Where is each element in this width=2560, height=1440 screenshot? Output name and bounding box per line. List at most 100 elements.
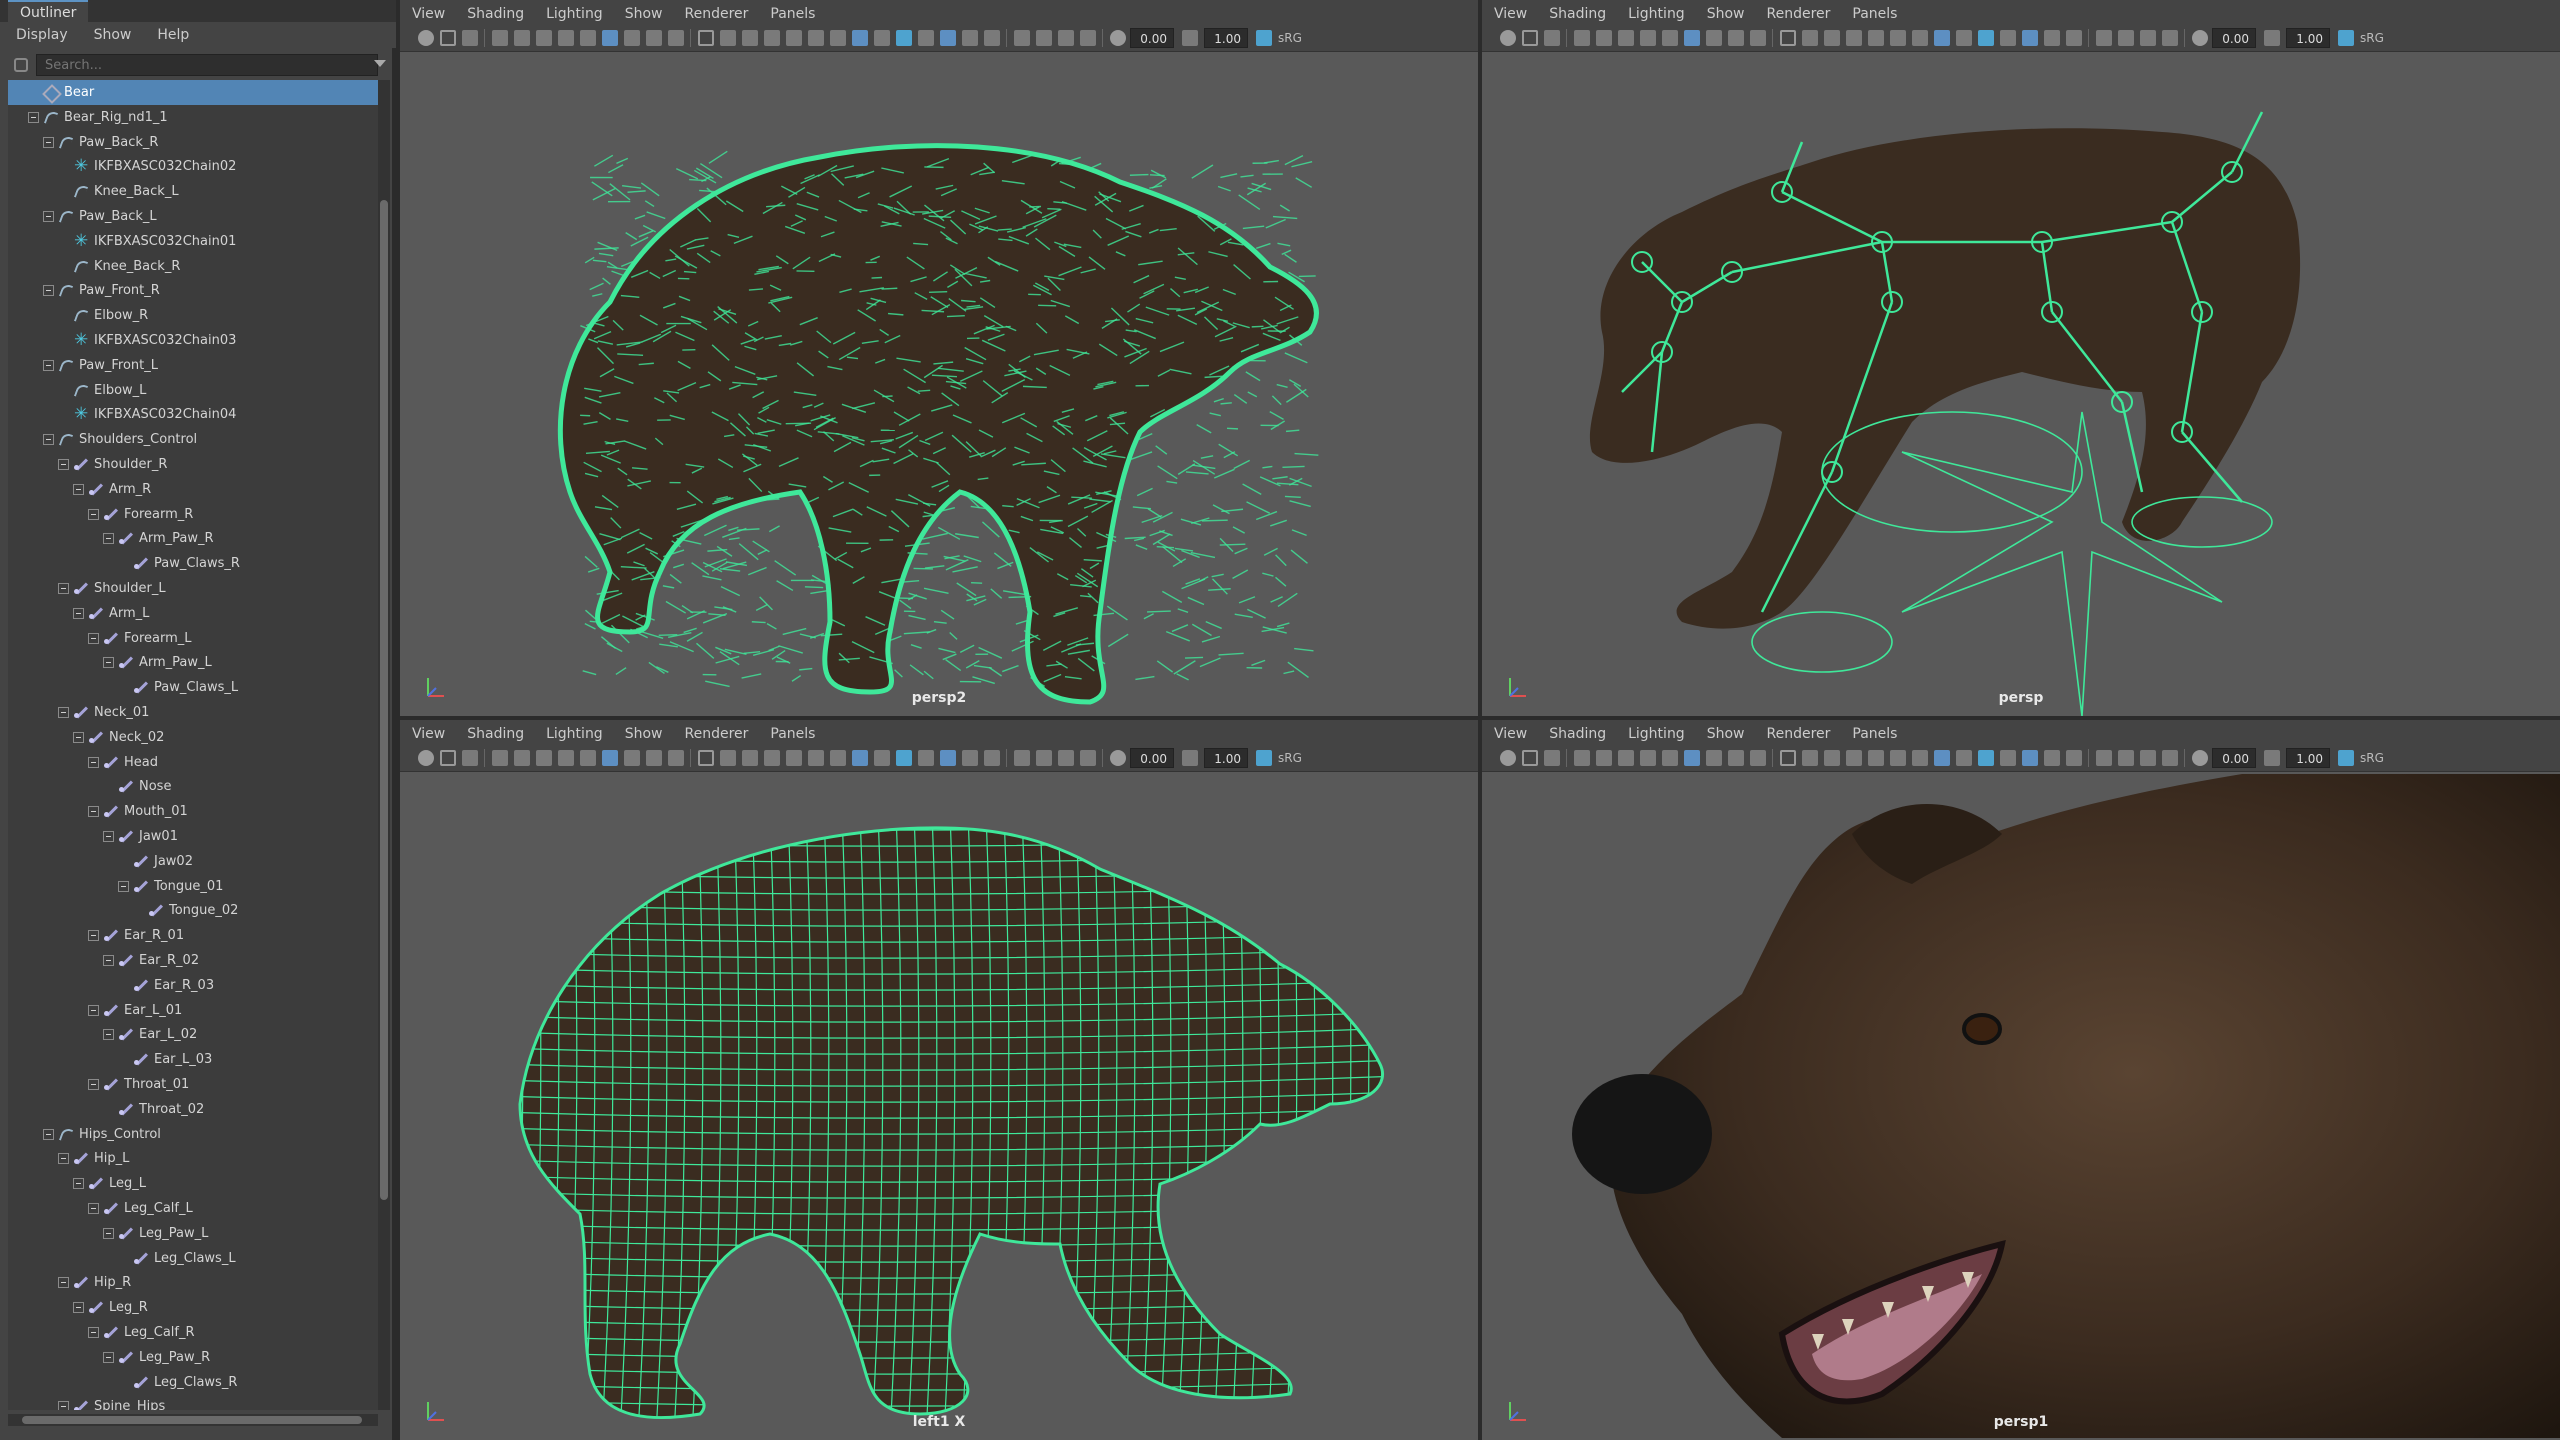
tree-row[interactable]: Forearm_R [8,502,378,527]
exposure-icon[interactable] [2192,30,2208,46]
toolbar-tool-icon[interactable] [668,30,684,46]
tree-row[interactable]: Ear_L_02 [8,1022,378,1047]
tree-row[interactable]: Hip_L [8,1146,378,1171]
toolbar-tool-icon[interactable] [1978,750,1994,766]
collapse-toggle-icon[interactable] [103,533,114,545]
toolbar-tool-icon[interactable] [896,30,912,46]
colorspace-label[interactable]: sRG [2360,749,2384,767]
collapse-toggle-icon[interactable] [43,211,54,222]
toolbar-tool-icon[interactable] [1058,30,1074,46]
collapse-toggle-icon[interactable] [28,111,39,123]
collapse-toggle-icon[interactable] [43,1128,54,1140]
toolbar-tool-icon[interactable] [2162,30,2178,46]
toolbar-tool-icon[interactable] [2022,30,2038,46]
toolbar-tool-icon[interactable] [1728,750,1744,766]
toolbar-tool-icon[interactable] [1640,750,1656,766]
tree-row[interactable]: Leg_R [8,1295,378,1320]
toolbar-tool-icon[interactable] [602,750,618,766]
collapse-toggle-icon[interactable] [58,707,69,718]
panel-menu-shading[interactable]: Shading [1537,720,1616,744]
toolbar-tool-icon[interactable] [1780,30,1796,46]
toolbar-tool-icon[interactable] [536,30,552,46]
gamma-icon[interactable] [1182,750,1198,766]
toolbar-tool-icon[interactable] [918,30,934,46]
collapse-toggle-icon[interactable] [43,136,54,148]
tree-row[interactable]: Spine_Hips [8,1394,378,1410]
panel-menu-show[interactable]: Show [1695,0,1755,24]
toolbar-tool-icon[interactable] [984,750,1000,766]
tree-row[interactable]: Forearm_L [8,626,378,651]
colorspace-label[interactable]: sRG [1278,29,1302,47]
toolbar-tool-icon[interactable] [2140,750,2156,766]
scrollbar-thumb[interactable] [22,1416,362,1424]
tree-row[interactable]: Leg_Calf_L [8,1196,378,1221]
collapse-toggle-icon[interactable] [88,930,99,942]
toolbar-tool-icon[interactable] [1890,30,1906,46]
collapse-toggle-icon[interactable] [103,1029,114,1041]
tree-row[interactable]: Leg_Paw_L [8,1221,378,1246]
menu-help[interactable]: Help [141,22,199,48]
toolbar-tool-icon[interactable] [514,30,530,46]
exposure-icon[interactable] [2192,750,2208,766]
exposure-field[interactable]: 0.00 [2212,748,2256,768]
toolbar-tool-icon[interactable] [940,750,956,766]
toolbar-tool-icon[interactable] [2162,750,2178,766]
viewport-canvas[interactable] [400,52,1478,716]
search-input[interactable] [36,54,378,76]
collapse-toggle-icon[interactable] [103,1351,114,1363]
collapse-toggle-icon[interactable] [103,657,114,669]
color-management-icon[interactable] [2338,30,2354,46]
toolbar-tool-icon[interactable] [808,30,824,46]
toolbar-tool-icon[interactable] [624,750,640,766]
toolbar-tool-icon[interactable] [786,30,802,46]
tree-row[interactable]: Tongue_01 [8,874,378,899]
toolbar-tool-icon[interactable] [1706,750,1722,766]
toolbar-tool-icon[interactable] [918,750,934,766]
toolbar-tool-icon[interactable] [1036,750,1052,766]
collapse-toggle-icon[interactable] [58,1153,69,1165]
tree-row[interactable]: Arm_R [8,477,378,502]
collapse-toggle-icon[interactable] [73,1302,84,1314]
toolbar-tool-icon[interactable] [1522,30,1538,46]
toolbar-tool-icon[interactable] [2118,30,2134,46]
toolbar-tool-icon[interactable] [786,750,802,766]
gamma-icon[interactable] [2264,750,2280,766]
toolbar-tool-icon[interactable] [646,30,662,46]
menu-display[interactable]: Display [0,22,78,48]
toolbar-tool-icon[interactable] [1662,750,1678,766]
toolbar-tool-icon[interactable] [1080,30,1096,46]
toolbar-tool-icon[interactable] [742,750,758,766]
toolbar-tool-icon[interactable] [1500,30,1516,46]
viewport-canvas[interactable] [400,772,1478,1440]
toolbar-tool-icon[interactable] [830,750,846,766]
toolbar-tool-icon[interactable] [808,750,824,766]
toolbar-tool-icon[interactable] [940,30,956,46]
panel-menu-view[interactable]: View [1482,720,1537,744]
tree-row[interactable]: Head [8,750,378,775]
toolbar-tool-icon[interactable] [440,750,456,766]
tree-row[interactable]: Paw_Claws_L [8,675,378,700]
outliner-tab[interactable]: Outliner [8,0,89,22]
toolbar-tool-icon[interactable] [1956,750,1972,766]
collapse-toggle-icon[interactable] [118,880,129,892]
tree-row[interactable]: Shoulders_Control [8,427,378,452]
panel-menu-renderer[interactable]: Renderer [1754,720,1840,744]
toolbar-tool-icon[interactable] [1036,30,1052,46]
collapse-toggle-icon[interactable] [43,434,54,446]
collapse-toggle-icon[interactable] [88,806,99,818]
toolbar-tool-icon[interactable] [602,30,618,46]
toolbar-tool-icon[interactable] [874,30,890,46]
toolbar-tool-icon[interactable] [962,30,978,46]
panel-menu-show[interactable]: Show [1695,720,1755,744]
collapse-toggle-icon[interactable] [58,459,69,470]
toolbar-tool-icon[interactable] [1868,30,1884,46]
toolbar-tool-icon[interactable] [514,750,530,766]
toolbar-tool-icon[interactable] [1780,750,1796,766]
collapse-toggle-icon[interactable] [103,1227,114,1239]
chevron-down-icon[interactable] [374,60,386,67]
viewport-persp[interactable]: View Shading Lighting Show Renderer Panels 0.0… [1482,0,2560,716]
collapse-toggle-icon[interactable] [88,1004,99,1016]
toolbar-tool-icon[interactable] [698,750,714,766]
collapse-toggle-icon[interactable] [73,607,84,619]
toolbar-tool-icon[interactable] [874,750,890,766]
